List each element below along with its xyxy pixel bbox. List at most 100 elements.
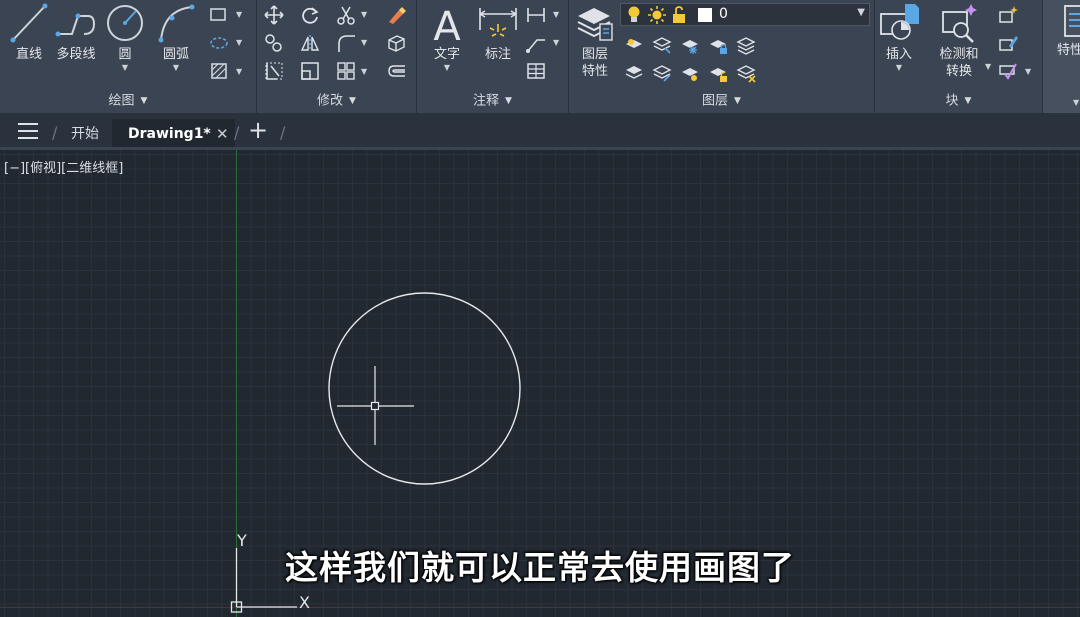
ribbon: 直线 多段线 圆 ▼ 圆弧 ▼ ▼ ▼ ▼ 绘图 ▼ ▼ ▼ ▼ 修改 ▼ A … [0, 0, 1080, 113]
layers-panel-title[interactable]: 图层 ▼ [569, 92, 874, 110]
properties-dropdown-caret[interactable]: ▼ [1073, 98, 1079, 107]
edit-block-icon[interactable] [997, 32, 1019, 54]
close-icon[interactable]: ✕ [216, 119, 229, 149]
layer-lock-icon[interactable] [707, 34, 729, 56]
tab-separator: / [52, 123, 58, 142]
block-attribute-icon[interactable] [997, 60, 1019, 82]
stretch-icon[interactable] [263, 60, 285, 82]
leader-dropdown-caret[interactable]: ▼ [553, 38, 559, 47]
dimension-icon [479, 8, 517, 37]
block-panel-title[interactable]: 块 ▼ [875, 92, 1042, 110]
array-icon[interactable] [335, 60, 357, 82]
erase-icon[interactable] [385, 4, 407, 26]
layer-properties-label-1: 图层 [581, 47, 608, 62]
layer-dropdown[interactable]: 0 ▼ [620, 3, 870, 26]
block-panel-title-text: 块 [945, 93, 959, 109]
detect-convert-icon [942, 4, 977, 43]
draw-panel: 直线 多段线 圆 ▼ 圆弧 ▼ ▼ ▼ ▼ 绘图 ▼ [0, 0, 257, 113]
insert-block-button[interactable]: 插入 ▼ [877, 2, 921, 72]
mirror-icon[interactable] [299, 32, 321, 54]
annotation-panel-title[interactable]: 注释 ▼ [417, 92, 568, 110]
dimension-tool-button[interactable]: 标注 [475, 2, 521, 64]
layer-freeze-icon[interactable] [679, 34, 701, 56]
properties-button[interactable]: 特性 [1057, 2, 1080, 60]
block-attribute-dropdown-caret[interactable]: ▼ [1025, 67, 1031, 76]
menu-icon[interactable] [18, 123, 38, 139]
chevron-down-icon: ▼ [505, 96, 512, 106]
tab-separator: / [234, 123, 240, 142]
line-icon [10, 3, 48, 43]
tab-drawing1[interactable]: Drawing1* ✕ [112, 119, 235, 149]
dimension-tool-label: 标注 [484, 47, 511, 62]
hatch-ellipse-icon[interactable] [208, 32, 230, 54]
circle-tool-label: 圆 [118, 47, 132, 62]
layer-thaw-icon[interactable] [679, 62, 701, 84]
rotate-icon[interactable] [299, 4, 321, 26]
layer-properties-button[interactable]: 图层 特性 [573, 2, 617, 80]
arc-tool-button[interactable]: 圆弧 ▼ [154, 2, 198, 72]
viewport-controls[interactable]: [−][俯视][二维线框] [4, 157, 123, 176]
offset-icon[interactable] [385, 60, 407, 82]
modify-panel-title[interactable]: 修改 ▼ [257, 92, 416, 110]
scale-icon[interactable] [299, 60, 321, 82]
drawn-circle[interactable] [328, 292, 521, 485]
polyline-tool-button[interactable]: 多段线 [52, 2, 100, 64]
lightbulb-on-icon [625, 5, 643, 29]
tab-separator: / [280, 123, 286, 142]
layer-off-icon[interactable] [623, 34, 645, 56]
layer-unisolate-icon[interactable] [651, 62, 673, 84]
layers-panel-title-text: 图层 [702, 93, 729, 109]
detect-convert-button[interactable]: 检测和 转换 [931, 2, 987, 80]
layers-panel: 图层 特性 0 ▼ 图层 ▼ [569, 0, 875, 113]
properties-icon [1064, 5, 1080, 37]
tab-start[interactable]: 开始 [60, 119, 110, 149]
rectangle-icon[interactable] [208, 4, 230, 26]
circle-dropdown-caret[interactable]: ▼ [104, 64, 146, 72]
detect-convert-label-2: 转换 [945, 64, 972, 79]
crosshair-cursor-icon [337, 366, 414, 445]
array-dropdown-caret[interactable]: ▼ [361, 67, 367, 76]
insert-block-icon [880, 4, 919, 40]
chevron-down-icon: ▼ [734, 96, 741, 106]
layer-match-icon[interactable] [735, 34, 757, 56]
leader-icon[interactable] [525, 32, 547, 54]
linear-dimension-dropdown-caret[interactable]: ▼ [553, 10, 559, 19]
detect-convert-dropdown-caret[interactable]: ▼ [985, 62, 991, 71]
layer-walk-icon[interactable] [735, 62, 757, 84]
new-tab-plus-icon[interactable]: + [248, 116, 268, 144]
move-icon[interactable] [263, 4, 285, 26]
chevron-down-icon: ▼ [964, 96, 972, 106]
hatch-icon[interactable] [208, 60, 230, 82]
hatch-dropdown-caret[interactable]: ▼ [236, 67, 242, 76]
fillet-dropdown-caret[interactable]: ▼ [361, 38, 367, 47]
layer-on-icon[interactable] [623, 62, 645, 84]
detect-convert-label-1: 检测和 [939, 47, 979, 62]
rectangle-dropdown-caret[interactable]: ▼ [236, 10, 242, 19]
trim-dropdown-caret[interactable]: ▼ [361, 10, 367, 19]
solid-box-icon[interactable] [385, 32, 407, 54]
table-icon[interactable] [525, 60, 547, 82]
text-tool-button[interactable]: A 文字 ▼ [427, 2, 467, 72]
ellipse-dropdown-caret[interactable]: ▼ [236, 38, 242, 47]
modify-panel-title-text: 修改 [317, 93, 344, 109]
create-block-icon[interactable] [997, 4, 1019, 26]
tab-start-label: 开始 [71, 126, 99, 142]
insert-dropdown-caret[interactable]: ▼ [877, 64, 921, 72]
circle-tool-button[interactable]: 圆 ▼ [104, 2, 146, 72]
arc-dropdown-caret[interactable]: ▼ [154, 64, 198, 72]
layer-color-swatch [698, 8, 712, 22]
text-dropdown-caret[interactable]: ▼ [427, 64, 467, 72]
unlock-icon [670, 5, 688, 29]
video-subtitle: 这样我们就可以正常去使用画图了 [285, 548, 795, 587]
properties-panel: 特性 ▼ [1043, 0, 1080, 113]
copy-icon[interactable] [263, 32, 285, 54]
layer-isolate-icon[interactable] [651, 34, 673, 56]
line-tool-button[interactable]: 直线 [8, 2, 50, 64]
linear-dimension-icon[interactable] [525, 4, 547, 26]
fillet-icon[interactable] [335, 32, 357, 54]
trim-icon[interactable] [335, 4, 357, 26]
modify-panel: ▼ ▼ ▼ 修改 ▼ [257, 0, 417, 113]
draw-panel-title[interactable]: 绘图 ▼ [0, 92, 256, 110]
layer-unlock-icon[interactable] [707, 62, 729, 84]
chevron-down-icon: ▼ [857, 7, 865, 18]
